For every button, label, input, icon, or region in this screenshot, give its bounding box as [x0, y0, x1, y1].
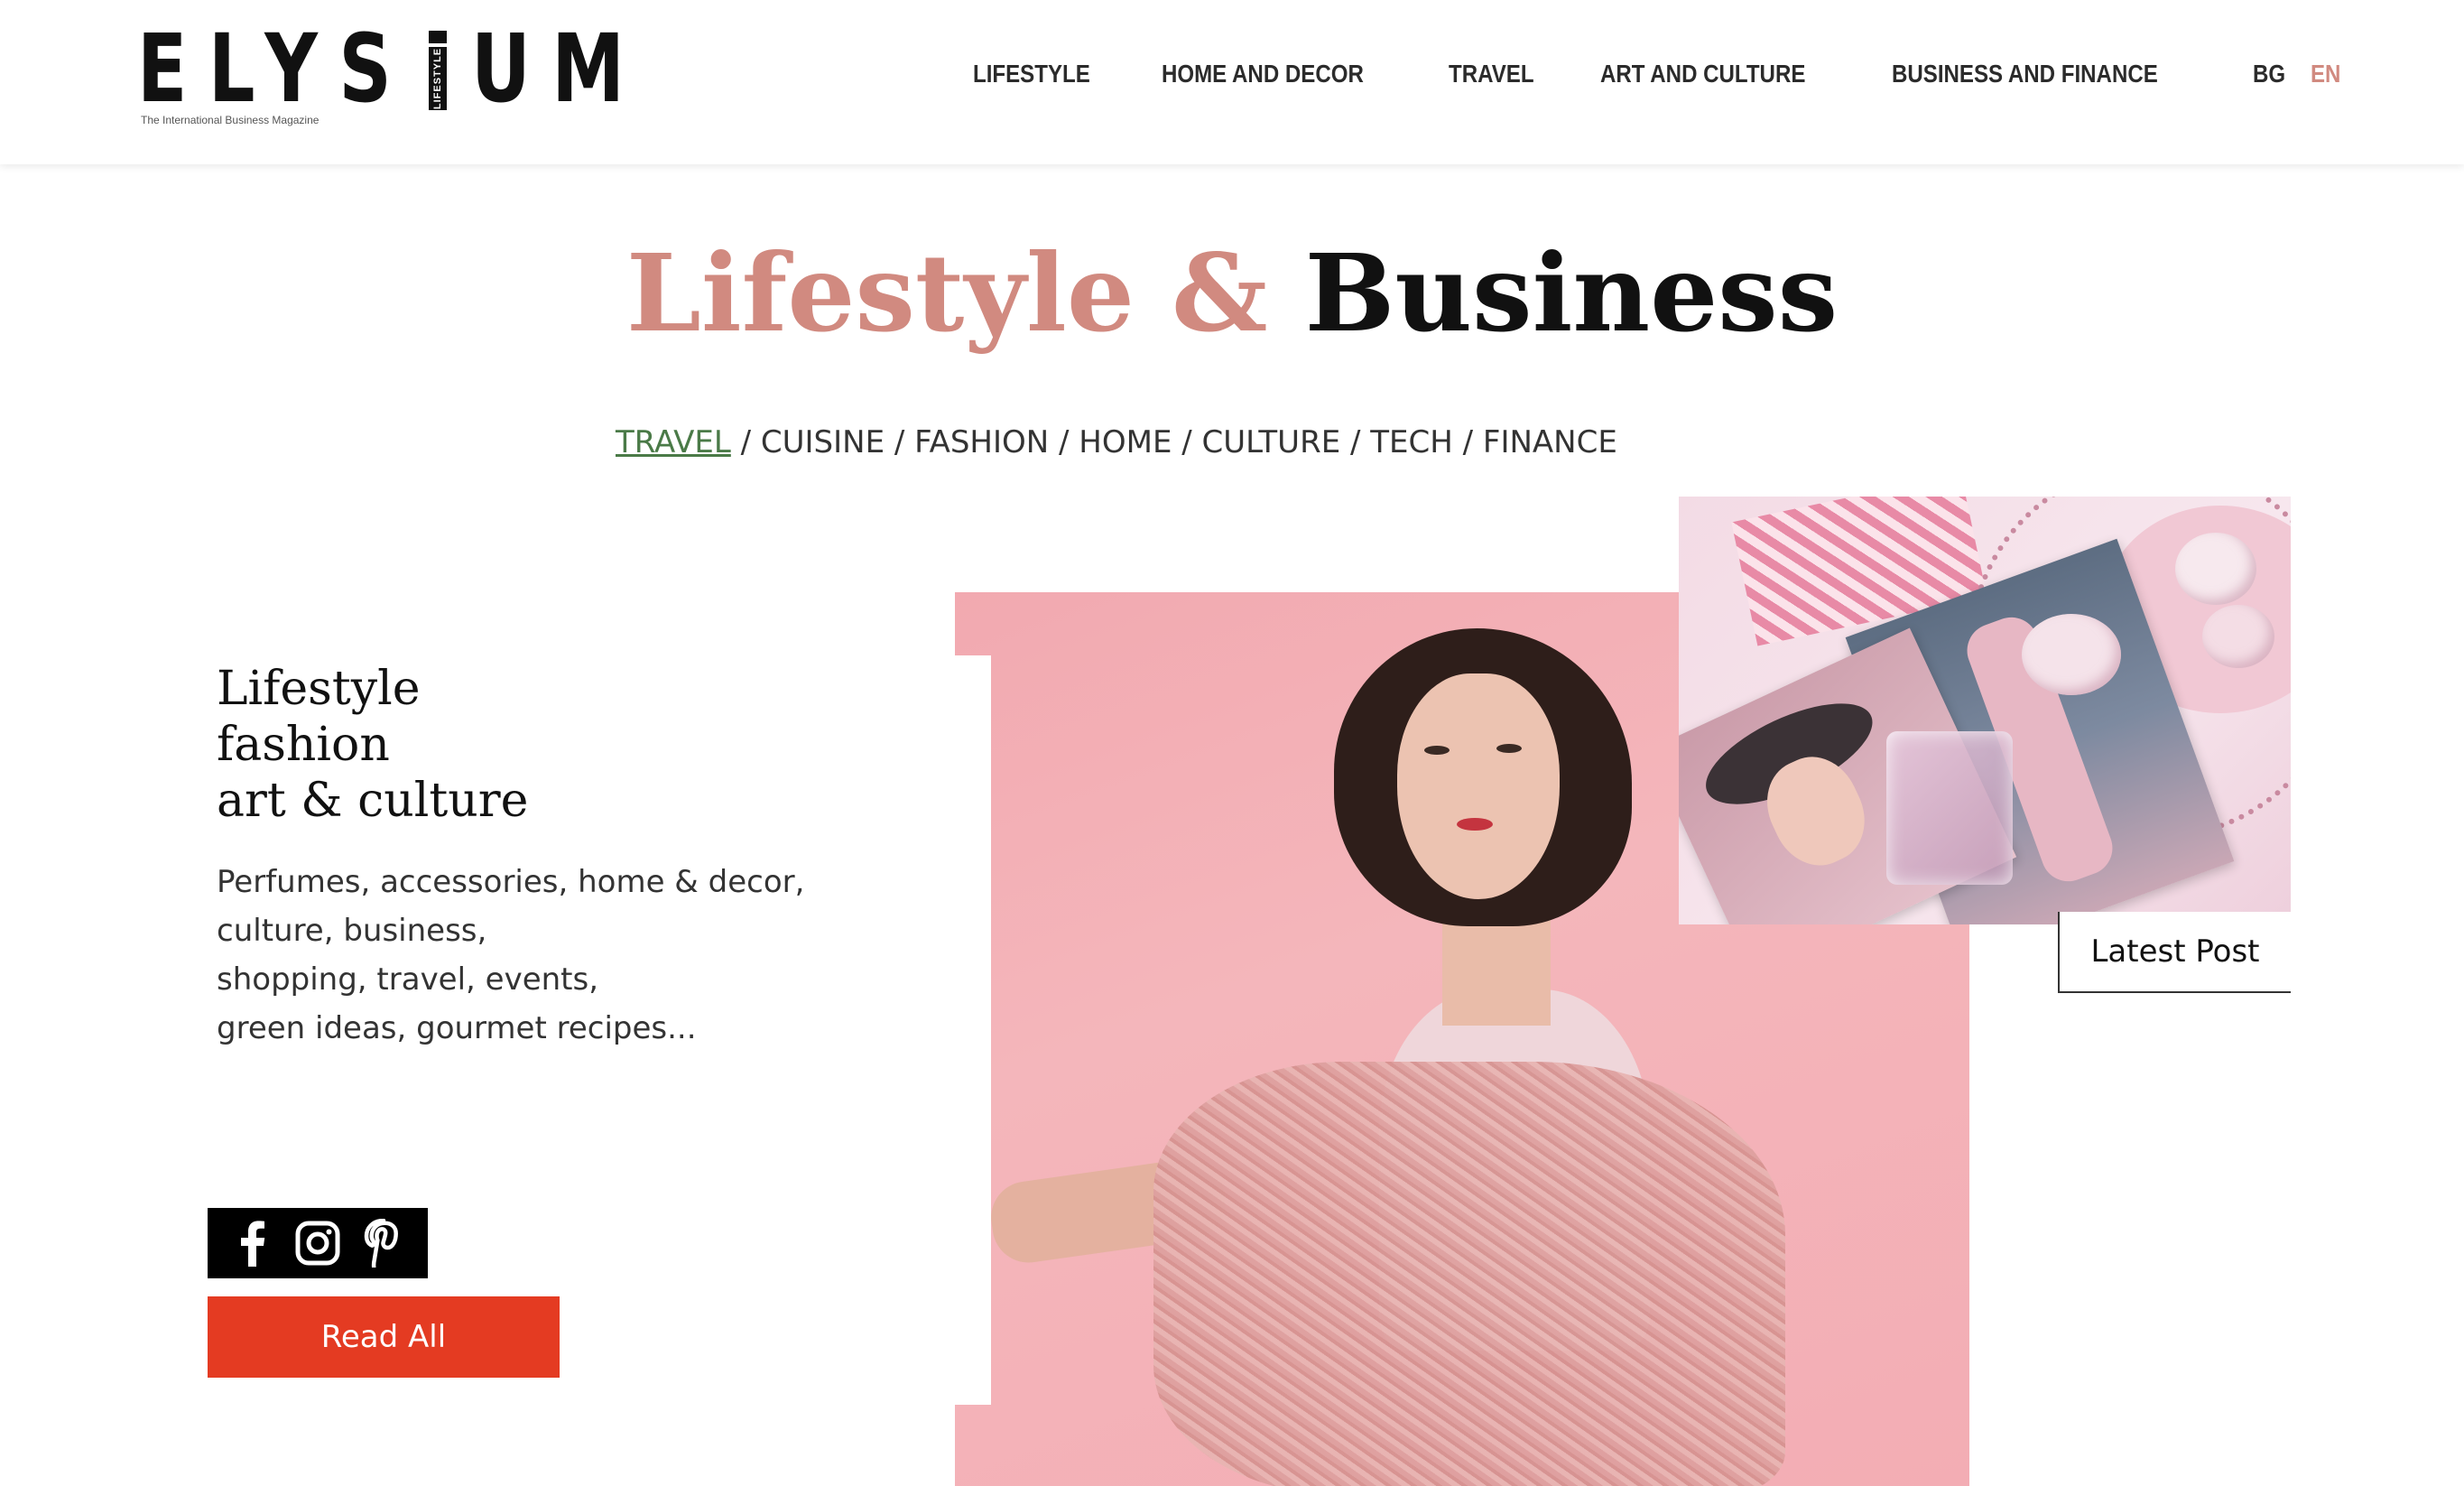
nav-item-travel[interactable]: TRAVEL — [1449, 60, 1534, 88]
category-link-finance[interactable]: FINANCE — [1483, 424, 1617, 460]
intro-description: Perfumes, accessories, home & decor, cul… — [217, 858, 804, 1053]
social-links — [208, 1208, 428, 1278]
category-link-tech[interactable]: TECH — [1370, 424, 1453, 460]
category-separator: / — [1172, 424, 1202, 460]
photo-meringue — [2022, 614, 2121, 695]
intro-heading: Lifestyle fashion art & culture — [217, 661, 528, 829]
photo-perfume-bottle — [1886, 731, 2013, 885]
category-separator: / — [885, 424, 915, 460]
category-separator: / — [730, 424, 761, 460]
logo-i-dot — [429, 31, 447, 43]
elysium-logo[interactable]: ELYS LIFESTYLE UM The International Busi… — [137, 14, 625, 132]
photo-face — [1397, 673, 1560, 899]
pinterest-icon[interactable] — [359, 1218, 406, 1268]
logo-lifestyle-bar: LIFESTYLE — [419, 31, 457, 110]
nav-item-lifestyle[interactable]: LIFESTYLE — [973, 60, 1090, 88]
photo-meringue — [2175, 533, 2256, 605]
page-title-lifestyle: Lifestyle & — [625, 230, 1268, 356]
intro-description-line: green ideas, gourmet recipes... — [217, 1010, 697, 1046]
page-title-business: Business — [1304, 230, 1839, 356]
category-link-culture[interactable]: CULTURE — [1202, 424, 1341, 460]
instagram-icon[interactable] — [294, 1218, 341, 1268]
nav-item-business-and-finance[interactable]: BUSINESS AND FINANCE — [1892, 60, 2158, 88]
read-all-button[interactable]: Read All — [208, 1296, 560, 1378]
intro-heading-line: Lifestyle — [217, 662, 421, 716]
category-link-fashion[interactable]: FASHION — [914, 424, 1049, 460]
latest-post-button[interactable]: Latest Post — [2058, 912, 2291, 993]
category-link-travel[interactable]: TRAVEL — [616, 424, 731, 460]
logo-text-left: ELYS — [137, 14, 413, 124]
intro-heading-line: art & culture — [217, 774, 529, 828]
photo-lips — [1457, 818, 1493, 831]
main-nav: LIFESTYLE HOME AND DECOR TRAVEL ART AND … — [973, 60, 2366, 88]
category-link-home[interactable]: HOME — [1079, 424, 1172, 460]
site-header: ELYS LIFESTYLE UM The International Busi… — [0, 0, 2464, 164]
intro-description-line: Perfumes, accessories, home & decor, — [217, 864, 805, 900]
intro-heading-line: fashion — [217, 718, 390, 772]
facebook-icon[interactable] — [229, 1218, 276, 1268]
photo-meringue — [2202, 605, 2274, 668]
language-bg-link[interactable]: BG — [2253, 60, 2285, 88]
photo-fur-jacket — [1153, 1062, 1785, 1486]
logo-i-stem: LIFESTYLE — [429, 46, 447, 110]
category-link-cuisine[interactable]: CUISINE — [761, 424, 885, 460]
latest-post-photo[interactable] — [1679, 497, 2291, 924]
nav-item-home-and-decor[interactable]: HOME AND DECOR — [1162, 60, 1364, 88]
category-separator: / — [1340, 424, 1371, 460]
category-separator: / — [1049, 424, 1079, 460]
logo-tagline: The International Business Magazine — [141, 114, 320, 126]
logo-vertical-text: LIFESTYLE — [432, 47, 443, 109]
photo-eye — [1424, 746, 1450, 755]
page-title: Lifestyle & Business — [0, 226, 2464, 361]
language-en-link[interactable]: EN — [2311, 60, 2340, 88]
intro-description-line: shopping, travel, events, — [217, 961, 599, 998]
intro-description-line: culture, business, — [217, 913, 487, 949]
photo-eye — [1496, 744, 1522, 753]
category-separator: / — [1452, 424, 1483, 460]
category-links: TRAVEL / CUISINE / FASHION / HOME / CULT… — [616, 424, 1617, 460]
logo-text-right: UM — [471, 14, 646, 124]
nav-item-art-and-culture[interactable]: ART AND CULTURE — [1600, 60, 1805, 88]
photo-notch — [955, 655, 991, 1405]
